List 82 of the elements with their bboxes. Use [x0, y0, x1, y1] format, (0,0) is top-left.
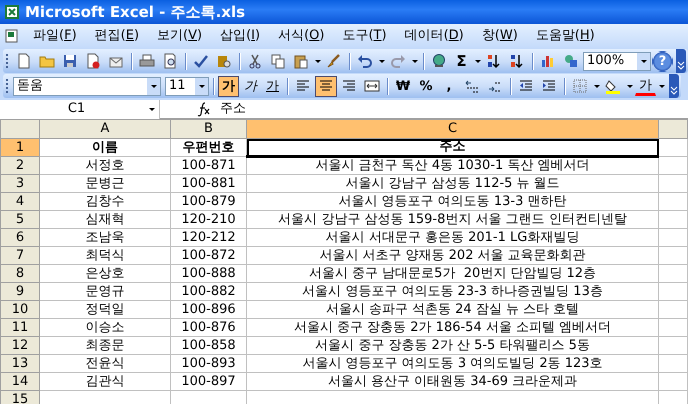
row-header[interactable]: 2	[0, 156, 40, 174]
table-cell: 조남욱	[40, 228, 170, 246]
table-cell: 김관식	[40, 372, 170, 390]
table-cell: 100-882	[170, 282, 246, 300]
zoom-dropdown[interactable]: 100%	[583, 52, 651, 70]
autosum-button[interactable]: Σ	[451, 50, 472, 72]
table-cell: 100-893	[170, 354, 246, 372]
menu-item[interactable]: 도움말(H)	[526, 25, 604, 47]
menu-item[interactable]: 도구(T)	[333, 25, 396, 47]
table-cell: 서울시 서초구 양재동 202 서울 교육문화회관	[246, 246, 658, 264]
column-header[interactable]: B	[170, 120, 246, 138]
row-header[interactable]: 4	[0, 192, 40, 210]
menu-item[interactable]: 창(W)	[472, 25, 527, 47]
table-cell: 120-210	[170, 210, 246, 228]
column-header[interactable]: C	[246, 120, 658, 138]
table-cell: 100-888	[170, 264, 246, 282]
table-cell: 서울시 송파구 석촌동 24 잠실 뉴 스타 호텔	[246, 300, 658, 318]
percent-button[interactable]: %	[415, 76, 437, 96]
comma-button[interactable]: ,	[438, 76, 460, 96]
row-header[interactable]: 6	[0, 228, 40, 246]
menu-item[interactable]: 보기(V)	[148, 25, 212, 47]
underline-button[interactable]: 가	[262, 76, 283, 96]
row-header[interactable]: 8	[0, 264, 40, 282]
row-header[interactable]: 9	[0, 282, 40, 300]
menu-item[interactable]: 서식(O)	[269, 25, 334, 47]
font-dropdown[interactable]: 돋움	[13, 76, 161, 96]
table-cell: 서울시 중구 장충동 2가 산 5-5 타워팰리스 5동	[246, 336, 658, 354]
row-header[interactable]: 7	[0, 246, 40, 264]
currency-button[interactable]: ₩	[392, 76, 414, 96]
menu-item[interactable]: 데이터(D)	[396, 25, 473, 47]
table-cell: 최덕식	[40, 246, 170, 264]
row-header[interactable]: 10	[0, 300, 40, 318]
menu-item[interactable]: 편집(E)	[86, 25, 148, 47]
table-cell: 100-871	[170, 156, 246, 174]
table-cell: 100-872	[170, 246, 246, 264]
font-color-button[interactable]: 가	[635, 76, 656, 96]
bold-button[interactable]: 가	[218, 76, 239, 96]
row-header[interactable]: 5	[0, 210, 40, 228]
table-cell: 100-876	[170, 318, 246, 336]
table-cell: 심재혁	[40, 210, 170, 228]
table-cell: 서울시 금천구 독산 4동 1030-1 독산 엠베서더	[246, 156, 658, 174]
table-cell: 김창수	[40, 192, 170, 210]
table-cell: 서울시 영등포구 여의도동 13-3 맨하탄	[246, 192, 658, 210]
formula-field[interactable]: 주소	[220, 99, 246, 119]
window-title: Microsoft Excel - 주소록.xls	[25, 2, 246, 23]
table-cell: 정덕일	[40, 300, 170, 318]
row-header[interactable]: 13	[0, 354, 40, 372]
font-size-dropdown[interactable]: 11	[165, 76, 209, 96]
name-box[interactable]: C1	[0, 100, 160, 118]
table-cell: 서정호	[40, 156, 170, 174]
menu-item[interactable]: 파일(F)	[24, 25, 86, 47]
row-header[interactable]: 3	[0, 174, 40, 192]
table-cell: 100-897	[170, 372, 246, 390]
table-cell: 우편번호	[170, 138, 246, 156]
table-cell: 서울시 중구 장충동 2가 186-54 서울 소피텔 엠베서더	[246, 318, 658, 336]
table-cell: 서울시 서대문구 홍은동 201-1 LG화재빌딩	[246, 228, 658, 246]
table-cell: 전윤식	[40, 354, 170, 372]
row-header[interactable]: 1	[0, 138, 40, 156]
table-cell: 서울시 중구 남대문로5가 20번지 단암빌딩 12층	[246, 264, 658, 282]
table-cell: 서울시 영등포구 여의도동 23-3 하나증권빌딩 13층	[246, 282, 658, 300]
table-cell: 이승소	[40, 318, 170, 336]
table-cell: 최종문	[40, 336, 170, 354]
menu-item[interactable]: 삽입(I)	[211, 25, 270, 47]
table-cell: 100-879	[170, 192, 246, 210]
column-header[interactable]: A	[40, 120, 170, 138]
table-cell: 100-881	[170, 174, 246, 192]
table-cell: 100-858	[170, 336, 246, 354]
table-cell: 120-212	[170, 228, 246, 246]
table-cell: 서울시 영등포구 여의도동 3 여의도빌딩 2동 123호	[246, 354, 658, 372]
italic-button[interactable]: 가	[240, 76, 261, 96]
table-cell: 100-896	[170, 300, 246, 318]
table-cell: 은상호	[40, 264, 170, 282]
table-cell: 이름	[40, 138, 170, 156]
table-cell: 문병근	[40, 174, 170, 192]
table-cell: 문영규	[40, 282, 170, 300]
row-header[interactable]: 11	[0, 318, 40, 336]
table-cell: 서울시 강남구 삼성동 112-5 뉴 월드	[246, 174, 658, 192]
row-header[interactable]: 12	[0, 336, 40, 354]
table-cell: 서울시 용산구 이태원동 34-69 크라운제과	[246, 372, 658, 390]
row-header[interactable]: 14	[0, 372, 40, 390]
row-header[interactable]: 15	[0, 390, 40, 404]
table-cell: 서울시 강남구 삼성동 159-8번지 서울 그랜드 인터컨티넨탈	[246, 210, 658, 228]
